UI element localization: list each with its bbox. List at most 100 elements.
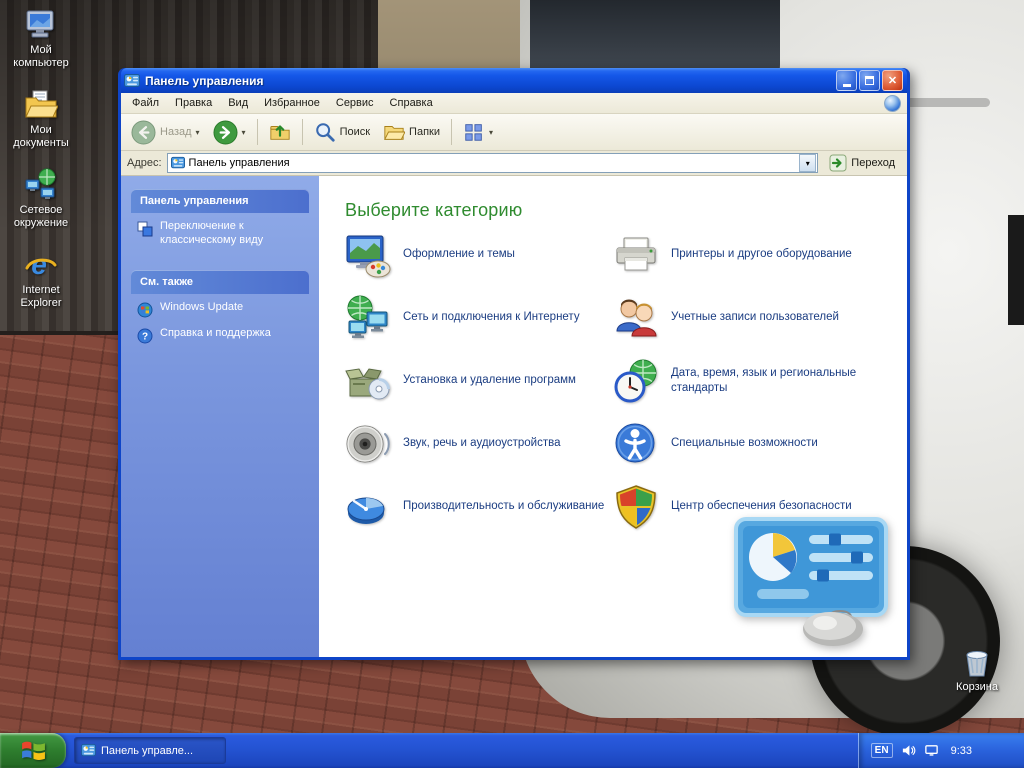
search-icon — [314, 121, 336, 143]
category-printers-hardware[interactable]: Принтеры и другое оборудование — [613, 223, 893, 286]
pane-see-also: См. также Windows Update ? Справка и под… — [131, 270, 309, 346]
toolbar-separator — [257, 119, 258, 145]
back-button[interactable]: Назад ▾ — [127, 118, 204, 147]
back-label: Назад — [160, 126, 192, 138]
address-input[interactable]: Панель управления ▾ — [167, 153, 819, 173]
taskbar-item-control-panel[interactable]: Панель управле... — [74, 737, 226, 764]
forward-dropdown-icon[interactable]: ▾ — [242, 128, 246, 137]
address-value: Панель управления — [189, 157, 290, 169]
forward-button[interactable]: ▾ — [209, 118, 250, 147]
control-panel-icon — [81, 743, 96, 758]
category-label: Производительность и обслуживание — [403, 499, 604, 514]
category-sounds-audio[interactable]: Звук, речь и аудиоустройства — [345, 412, 613, 475]
pick-category-heading: Выберите категорию — [345, 200, 893, 221]
desktop-icon-recycle-bin[interactable]: Корзина — [938, 645, 1016, 694]
desktop-icon-my-documents[interactable]: Мои документы — [2, 88, 80, 150]
views-dropdown-icon[interactable]: ▾ — [489, 128, 493, 137]
windows-update-link[interactable]: Windows Update — [131, 294, 309, 320]
category-label: Сеть и подключения к Интернету — [403, 310, 580, 325]
display-tray-icon[interactable] — [924, 743, 939, 758]
help-support-link[interactable]: ? Справка и поддержка — [131, 320, 309, 346]
views-icon — [463, 121, 485, 143]
pane-header-control-panel: Панель управления — [131, 189, 309, 213]
my-computer-icon — [24, 8, 58, 42]
maximize-glyph — [865, 76, 874, 85]
up-folder-icon — [269, 121, 291, 143]
menu-help[interactable]: Справка — [382, 94, 441, 112]
folders-icon — [383, 121, 405, 143]
category-user-accounts[interactable]: Учетные записи пользователей — [613, 286, 893, 349]
category-label: Установка и удаление программ — [403, 373, 576, 388]
desktop-icon-internet-explorer[interactable]: e Internet Explorer — [2, 248, 80, 310]
volume-icon[interactable] — [901, 743, 916, 758]
address-label: Адрес: — [127, 157, 162, 169]
chevron-down-icon: ▾ — [806, 159, 810, 168]
language-indicator[interactable]: EN — [871, 743, 893, 758]
start-button[interactable] — [0, 733, 66, 768]
recycle-bin-icon — [960, 645, 994, 679]
desktop-icon-label: Мои документы — [2, 124, 80, 150]
internet-explorer-icon: e — [24, 248, 58, 282]
menu-tools[interactable]: Сервис — [328, 94, 382, 112]
folders-label: Папки — [409, 126, 440, 138]
up-button[interactable] — [265, 119, 295, 145]
category-column-right: Принтеры и другое оборудование Учетные з… — [613, 223, 893, 538]
folders-button[interactable]: Папки — [379, 119, 444, 145]
category-date-time-language[interactable]: Дата, время, язык и региональные стандар… — [613, 349, 893, 412]
minimize-glyph — [843, 84, 851, 87]
window-controls: ✕ — [836, 70, 904, 91]
toolbar-separator — [302, 119, 303, 145]
control-panel-illustration — [733, 517, 891, 649]
desktop-icon-my-computer[interactable]: Мой компьютер — [2, 8, 80, 70]
go-button[interactable]: Переход — [823, 152, 901, 174]
menu-view[interactable]: Вид — [220, 94, 256, 112]
category-column-left: Оформление и темы Сеть и подключения к И… — [345, 223, 613, 538]
control-panel-icon — [171, 156, 185, 170]
desktop-icon-network-places[interactable]: Сетевое окружение — [2, 168, 80, 230]
pane-title: См. также — [140, 276, 193, 288]
content-area: Выберите категорию Оформление и темы Сет… — [319, 176, 907, 657]
category-accessibility[interactable]: Специальные возможности — [613, 412, 893, 475]
category-add-remove-programs[interactable]: Установка и удаление программ — [345, 349, 613, 412]
address-dropdown-button[interactable]: ▾ — [799, 154, 816, 172]
close-glyph: ✕ — [888, 74, 897, 87]
go-arrow-icon — [829, 154, 847, 172]
switch-view-icon — [137, 221, 153, 237]
pane-title: Панель управления — [140, 195, 249, 207]
maximize-button[interactable] — [859, 70, 880, 91]
taskbar: Панель управле... EN 9:33 — [0, 733, 1024, 768]
close-button[interactable]: ✕ — [882, 70, 903, 91]
windows-update-icon — [137, 302, 153, 318]
category-label: Дата, время, язык и региональные стандар… — [671, 366, 886, 396]
views-button[interactable]: ▾ — [459, 119, 497, 145]
category-network-internet[interactable]: Сеть и подключения к Интернету — [345, 286, 613, 349]
desktop-icon-label: Мой компьютер — [2, 44, 80, 70]
sounds-audio-icon — [345, 421, 391, 467]
help-icon: ? — [137, 328, 153, 344]
category-label: Центр обеспечения безопасности — [671, 499, 852, 514]
system-tray: EN 9:33 — [858, 733, 1024, 768]
task-pane: Панель управления Переключение к классич… — [121, 176, 319, 657]
switch-classic-view-link[interactable]: Переключение к классическому виду — [131, 213, 309, 250]
back-dropdown-icon[interactable]: ▾ — [196, 128, 200, 137]
pane-control-panel: Панель управления Переключение к классич… — [131, 189, 309, 250]
titlebar[interactable]: Панель управления ✕ — [121, 68, 907, 93]
menu-file[interactable]: Файл — [124, 94, 167, 112]
window-main: Панель управления Переключение к классич… — [121, 176, 907, 657]
pane-header-see-also: См. также — [131, 270, 309, 294]
category-label: Оформление и темы — [403, 247, 515, 262]
add-remove-programs-icon — [345, 358, 391, 404]
menu-bar: Файл Правка Вид Избранное Сервис Справка — [121, 93, 907, 114]
switch-classic-view-label: Переключение к классическому виду — [160, 220, 305, 248]
desktop-icon-label: Internet Explorer — [2, 284, 80, 310]
windows-update-label: Windows Update — [160, 301, 243, 315]
menu-edit[interactable]: Правка — [167, 94, 220, 112]
desktop-icon-label: Сетевое окружение — [2, 204, 80, 230]
minimize-button[interactable] — [836, 70, 857, 91]
category-label: Принтеры и другое оборудование — [671, 247, 852, 262]
search-button[interactable]: Поиск — [310, 119, 374, 145]
menu-favorites[interactable]: Избранное — [256, 94, 328, 112]
category-performance-maintenance[interactable]: Производительность и обслуживание — [345, 475, 613, 538]
back-icon — [131, 120, 156, 145]
category-appearance-themes[interactable]: Оформление и темы — [345, 223, 613, 286]
